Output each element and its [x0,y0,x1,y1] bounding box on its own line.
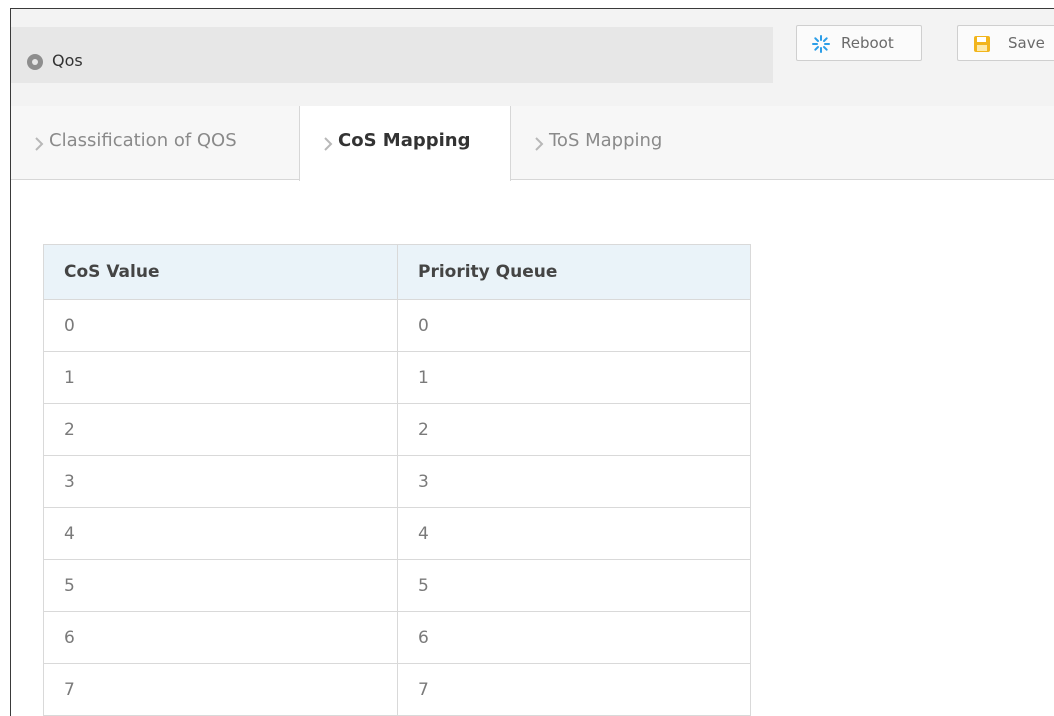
reboot-label: Reboot [841,34,894,52]
table-row: 1 1 [43,351,751,404]
priority-queue-cell: 5 [397,559,751,612]
priority-queue-cell: 1 [397,351,751,404]
cos-mapping-table: CoS Value Priority Queue 0 0 1 1 2 2 3 3… [43,244,751,716]
cos-value-cell: 7 [43,663,398,716]
tab-tos-mapping[interactable]: ToS Mapping [511,106,731,179]
save-button[interactable]: Save [957,25,1054,61]
priority-queue-cell: 4 [397,507,751,560]
table-row: 3 3 [43,455,751,508]
page-title: Qos [52,51,83,70]
priority-queue-cell: 6 [397,611,751,664]
reboot-button[interactable]: Reboot [796,25,922,61]
cos-value-cell: 5 [43,559,398,612]
priority-queue-cell: 0 [397,299,751,352]
column-header-cos-value: CoS Value [43,244,398,300]
tab-label: Classification of QOS [49,130,237,151]
column-header-priority-queue: Priority Queue [397,244,751,300]
chevron-right-icon [535,137,544,151]
cos-value-cell: 6 [43,611,398,664]
tab-bar: Classification of QOS CoS Mapping ToS Ma… [11,106,1054,181]
cos-mapping-table-container: CoS Value Priority Queue 0 0 1 1 2 2 3 3… [43,244,751,716]
chevron-right-icon [35,137,44,151]
tab-label: CoS Mapping [338,130,471,151]
priority-queue-cell: 7 [397,663,751,716]
priority-queue-cell: 3 [397,455,751,508]
app-frame: Qos Reboot Save Classification of QOS Co… [10,8,1054,716]
cos-value-cell: 3 [43,455,398,508]
spinner-icon [812,35,830,53]
save-label: Save [1008,34,1045,52]
tab-cos-mapping[interactable]: CoS Mapping [299,106,511,181]
cos-value-cell: 1 [43,351,398,404]
table-row: 2 2 [43,403,751,456]
table-row: 4 4 [43,507,751,560]
table-header-row: CoS Value Priority Queue [43,244,751,300]
floppy-disk-icon [974,36,990,52]
cos-value-cell: 0 [43,299,398,352]
title-strip [11,27,773,83]
table-row: 6 6 [43,611,751,664]
map-pin-icon [27,54,43,70]
cos-value-cell: 4 [43,507,398,560]
table-row: 5 5 [43,559,751,612]
table-row: 7 7 [43,663,751,716]
tab-classification-of-qos[interactable]: Classification of QOS [11,106,299,179]
cos-value-cell: 2 [43,403,398,456]
tab-label: ToS Mapping [549,130,663,151]
header-bar: Qos Reboot Save [11,9,1054,107]
table-row: 0 0 [43,299,751,352]
priority-queue-cell: 2 [397,403,751,456]
chevron-right-icon [324,137,333,151]
